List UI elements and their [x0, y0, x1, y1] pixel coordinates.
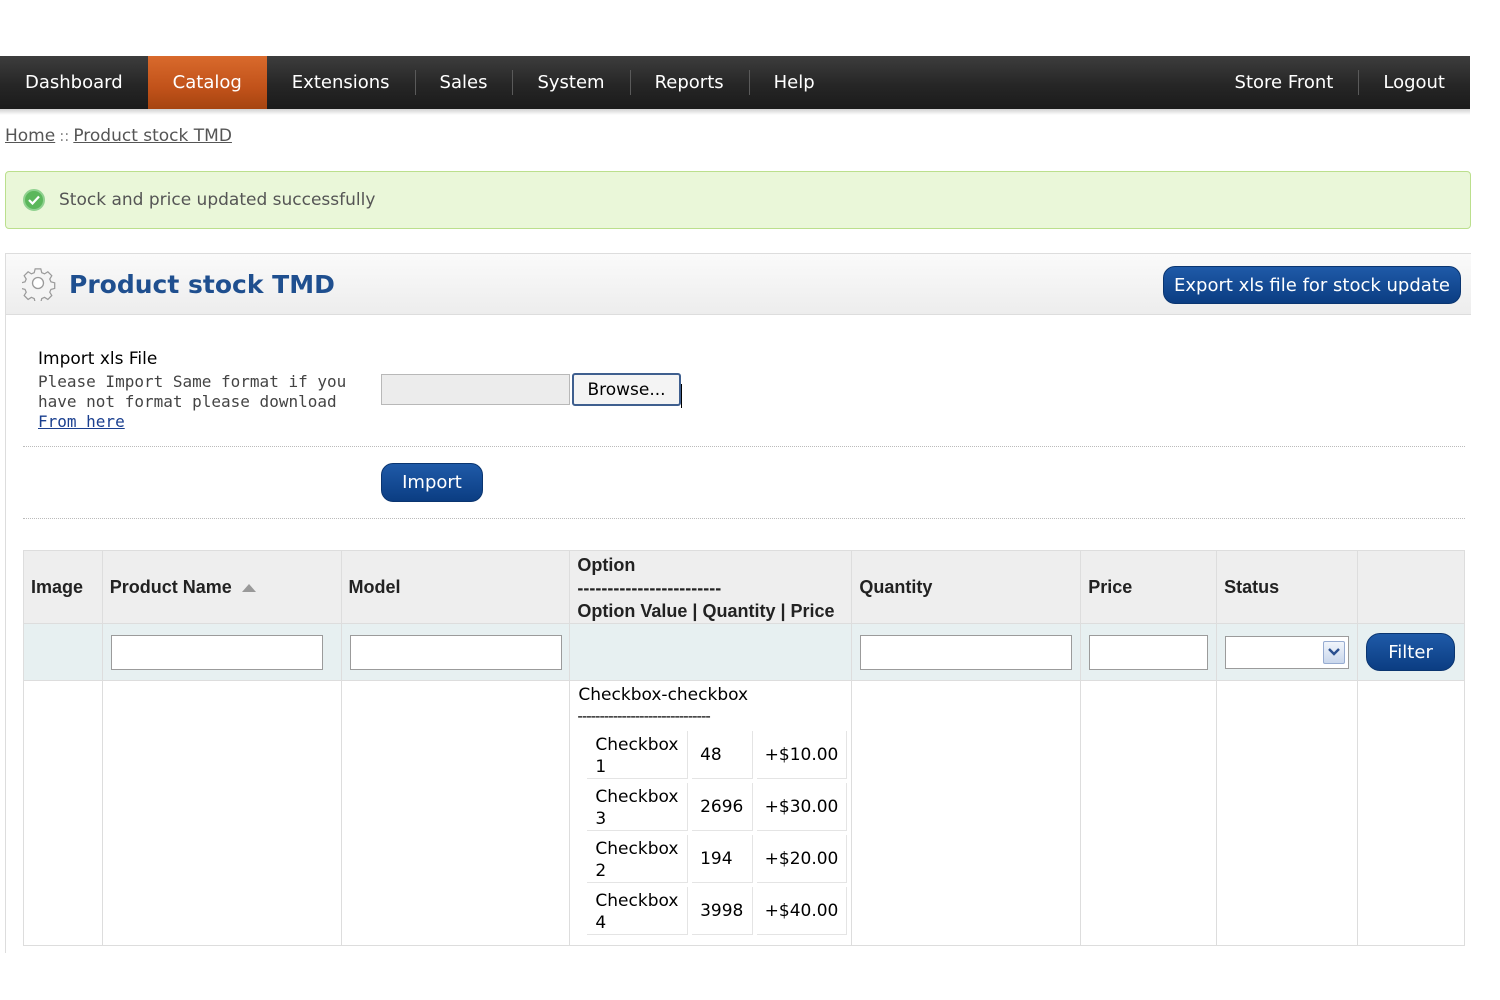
breadcrumb-separator: ::	[59, 127, 70, 145]
cell-quantity	[851, 680, 1082, 946]
option-value-name: Checkbox 3	[587, 783, 689, 831]
filter-cell-price	[1080, 623, 1218, 681]
column-header-action	[1357, 550, 1465, 624]
option-group-divider: ------------------------------	[577, 707, 710, 725]
nav-catalog[interactable]: Catalog	[147, 56, 267, 109]
option-value-name: Checkbox 2	[587, 835, 689, 883]
breadcrumb-home-link[interactable]: Home	[5, 126, 55, 146]
cell-image	[23, 680, 103, 946]
column-header-price[interactable]: Price	[1080, 550, 1218, 624]
option-value-quantity: 48	[692, 731, 753, 779]
option-value-row: Checkbox 1 48 +$10.00	[587, 731, 848, 779]
panel-heading: Product stock TMD Export xls file for st…	[6, 254, 1471, 315]
filter-cell-quantity	[851, 623, 1082, 681]
import-button[interactable]: Import	[381, 463, 483, 502]
page-title: Product stock TMD	[69, 269, 335, 299]
nav-dashboard[interactable]: Dashboard	[0, 56, 148, 109]
option-value-price: +$30.00	[756, 783, 848, 831]
product-stock-table: Image Product Name Model Option --------…	[23, 550, 1465, 946]
gear-icon	[21, 266, 57, 302]
filter-cell-model	[340, 623, 571, 681]
filter-cell-status	[1216, 623, 1359, 681]
option-value-row: Checkbox 3 2696 +$30.00	[587, 783, 848, 831]
option-value-price: +$20.00	[756, 835, 848, 883]
nav-system[interactable]: System	[512, 56, 629, 109]
option-header-line3: Option Value | Quantity | Price	[577, 600, 835, 621]
column-header-status[interactable]: Status	[1216, 550, 1359, 624]
import-label: Import xls File	[38, 349, 158, 369]
check-icon	[23, 189, 45, 211]
nav-extensions[interactable]: Extensions	[267, 56, 415, 109]
top-navigation: Dashboard Catalog Extensions Sales Syste…	[0, 56, 1470, 115]
nav-help[interactable]: Help	[748, 56, 840, 109]
cell-status	[1216, 680, 1359, 946]
product-stock-panel: Product stock TMD Export xls file for st…	[5, 253, 1471, 953]
download-template-link[interactable]: From here	[38, 412, 125, 431]
filter-button[interactable]: Filter	[1366, 633, 1456, 671]
filter-quantity-input[interactable]	[860, 634, 1073, 670]
table-header-row: Image Product Name Model Option --------…	[23, 550, 1465, 624]
filter-cell-image	[23, 623, 103, 681]
filter-cell-action: Filter	[1357, 623, 1465, 681]
option-value-name: Checkbox 4	[587, 887, 689, 935]
cell-model	[340, 680, 571, 946]
option-value-price: +$10.00	[756, 731, 848, 779]
sort-ascending-icon	[241, 583, 256, 592]
option-header-line1: Option	[577, 554, 636, 575]
import-help-text: Please Import Same format if you have no…	[38, 372, 358, 432]
nav-store-front[interactable]: Store Front	[1210, 56, 1359, 109]
export-xls-button[interactable]: Export xls file for stock update	[1163, 266, 1461, 304]
chevron-down-icon[interactable]	[1323, 640, 1346, 664]
nav-reports[interactable]: Reports	[629, 56, 749, 109]
column-header-option: Option ------------------------ Option V…	[569, 550, 853, 624]
filter-cell-option	[569, 623, 853, 681]
alert-message: Stock and price updated successfully	[59, 190, 376, 210]
option-value-price: +$40.00	[756, 887, 848, 935]
import-help-message: Please Import Same format if you have no…	[38, 372, 347, 411]
option-value-quantity: 3998	[692, 887, 753, 935]
column-header-image: Image	[23, 550, 103, 624]
browse-button[interactable]: Browse...	[572, 373, 681, 406]
column-header-product-name[interactable]: Product Name	[101, 550, 342, 624]
filter-product-name-input[interactable]	[110, 634, 323, 670]
cell-option: Checkbox-checkbox ----------------------…	[569, 680, 853, 946]
cell-price	[1080, 680, 1218, 946]
cell-product-name	[101, 680, 342, 946]
breadcrumb-current-link[interactable]: Product stock TMD	[73, 126, 232, 146]
option-group-name: Checkbox-checkbox	[578, 685, 749, 705]
nav-sales[interactable]: Sales	[414, 56, 513, 109]
filter-model-input[interactable]	[349, 634, 562, 670]
text-cursor	[681, 384, 682, 408]
success-alert: Stock and price updated successfully	[5, 171, 1471, 229]
cell-action	[1357, 680, 1465, 946]
option-value-row: Checkbox 2 194 +$20.00	[587, 835, 848, 883]
nav-logout[interactable]: Logout	[1358, 56, 1470, 109]
filter-cell-product-name	[101, 623, 342, 681]
option-header-line2: ------------------------	[577, 577, 722, 598]
filter-row: Filter	[23, 623, 1465, 681]
filter-status-select[interactable]	[1225, 635, 1350, 669]
breadcrumb: Home:: Product stock TMD	[5, 126, 232, 146]
column-header-quantity[interactable]: Quantity	[851, 550, 1082, 624]
option-value-row: Checkbox 4 3998 +$40.00	[587, 887, 848, 935]
column-header-product-name-label: Product Name	[109, 576, 232, 597]
divider	[23, 518, 1465, 519]
divider	[23, 446, 1465, 447]
filter-price-input[interactable]	[1089, 634, 1209, 670]
option-value-name: Checkbox 1	[587, 731, 689, 779]
option-values-table: Checkbox 1 48 +$10.00 Checkbox 3 2696 +$…	[583, 727, 851, 939]
column-header-model[interactable]: Model	[340, 550, 571, 624]
table-row: Checkbox-checkbox ----------------------…	[23, 680, 1465, 946]
file-path-input[interactable]	[381, 374, 570, 405]
option-value-quantity: 194	[692, 835, 753, 883]
option-value-quantity: 2696	[692, 783, 753, 831]
